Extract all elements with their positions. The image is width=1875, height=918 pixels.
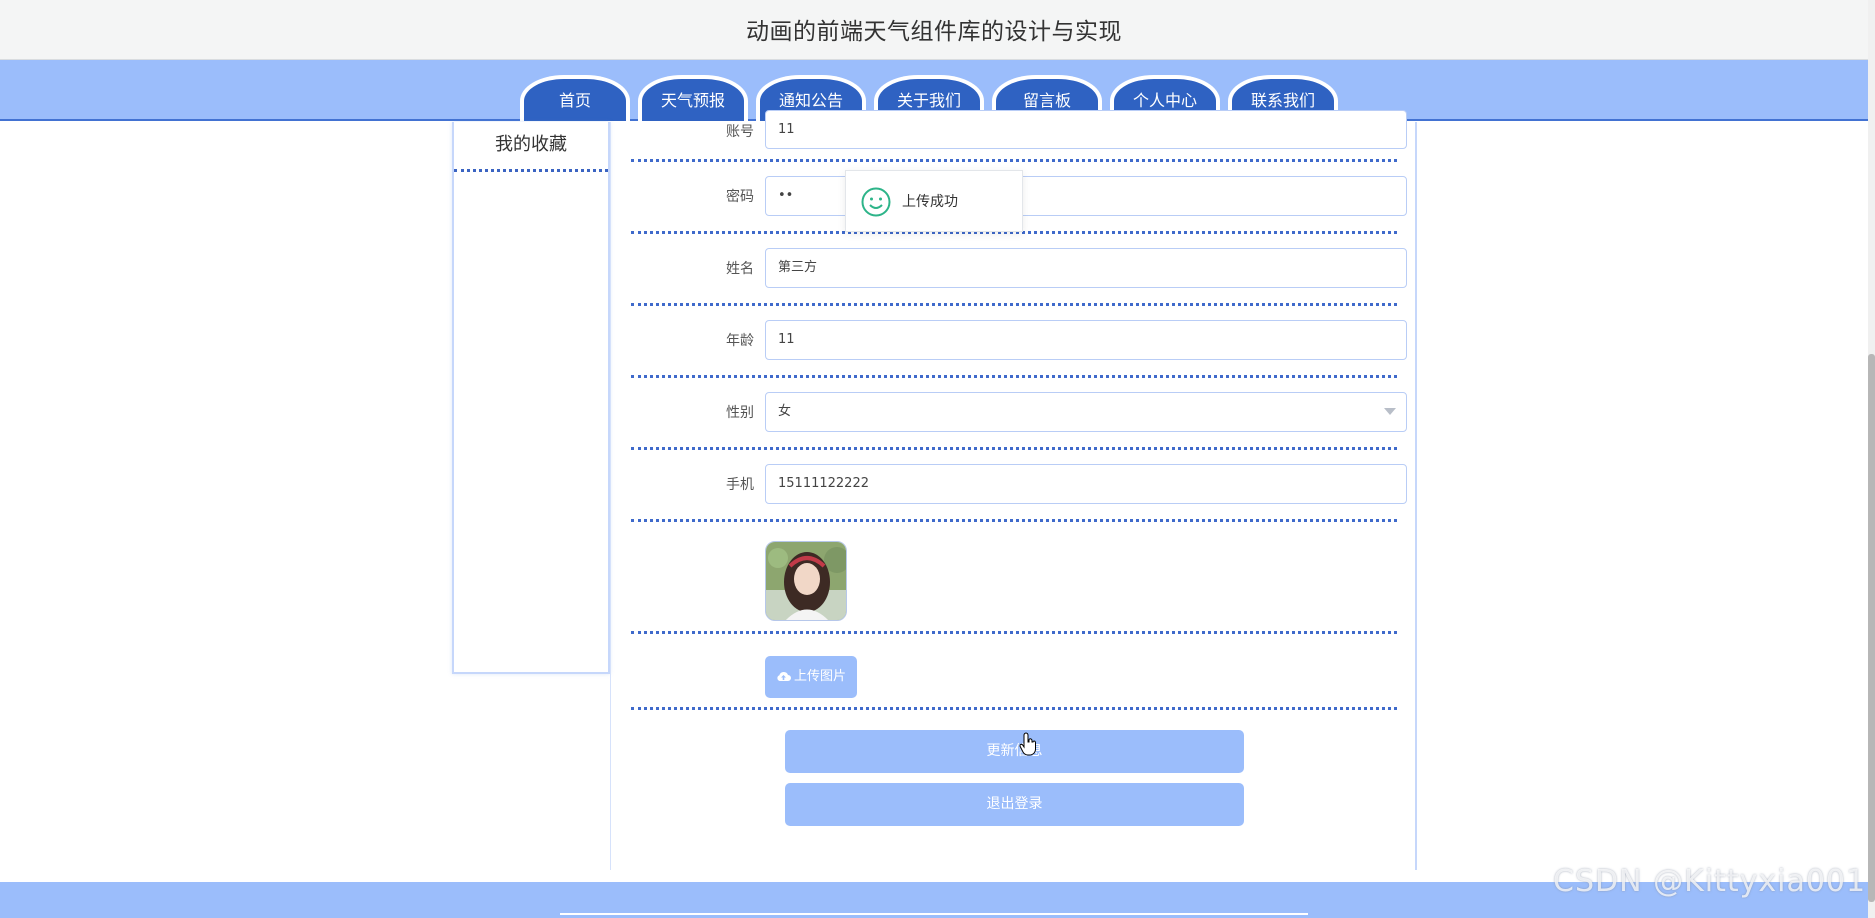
phone-label: 手机 [726,477,754,493]
age-label: 年龄 [726,333,754,349]
footer-divider [560,913,1308,915]
sidebar-item-favorites[interactable]: 我的收藏 [454,122,608,172]
sidebar: 我的收藏 [452,122,610,674]
smile-icon [861,187,891,217]
account-field[interactable]: 11 [765,110,1407,149]
gender-select[interactable]: 女 [765,392,1407,432]
avatar-row [631,522,1397,634]
name-field[interactable]: 第三方 [765,248,1407,288]
chevron-down-icon [1384,408,1396,415]
nav-tab-home[interactable]: 首页 [520,75,630,121]
age-row: 年龄 11 [631,306,1407,378]
page: 动画的前端天气组件库的设计与实现 首页 天气预报 通知公告 关于我们 留言板 个… [0,0,1875,918]
profile-form: 账号 11 密码 •• 姓名 第三方 年龄 11 性别 女 手机 1511112… [610,110,1417,870]
upload-row: 上传图片 [631,634,1397,710]
title-bar: 动画的前端天气组件库的设计与实现 [0,0,1868,60]
password-label: 密码 [726,189,754,205]
gender-label: 性别 [726,405,754,421]
site-title: 动画的前端天气组件库的设计与实现 [746,19,1122,45]
cloud-upload-icon [777,671,791,681]
age-field[interactable]: 11 [765,320,1407,360]
account-row: 账号 11 [631,110,1407,162]
gender-value: 女 [778,404,792,419]
name-row: 姓名 第三方 [631,234,1407,306]
watermark: CSDN @Kittyxia001 [1553,864,1867,899]
toast-text: 上传成功 [902,194,958,210]
upload-image-button[interactable]: 上传图片 [765,656,857,698]
hand-cursor-icon [1019,732,1036,756]
phone-row: 手机 15111122222 [631,450,1407,522]
toast-message: 上传成功 [845,170,1023,232]
update-info-button[interactable]: 更新信息 [785,730,1244,773]
logout-button[interactable]: 退出登录 [785,783,1244,826]
upload-image-label: 上传图片 [793,669,846,684]
account-label: 账号 [726,124,754,140]
name-label: 姓名 [726,261,754,277]
avatar [765,541,847,621]
scrollbar-thumb[interactable] [1868,354,1875,902]
gender-row: 性别 女 [631,378,1407,450]
phone-field[interactable]: 15111122222 [765,464,1407,504]
